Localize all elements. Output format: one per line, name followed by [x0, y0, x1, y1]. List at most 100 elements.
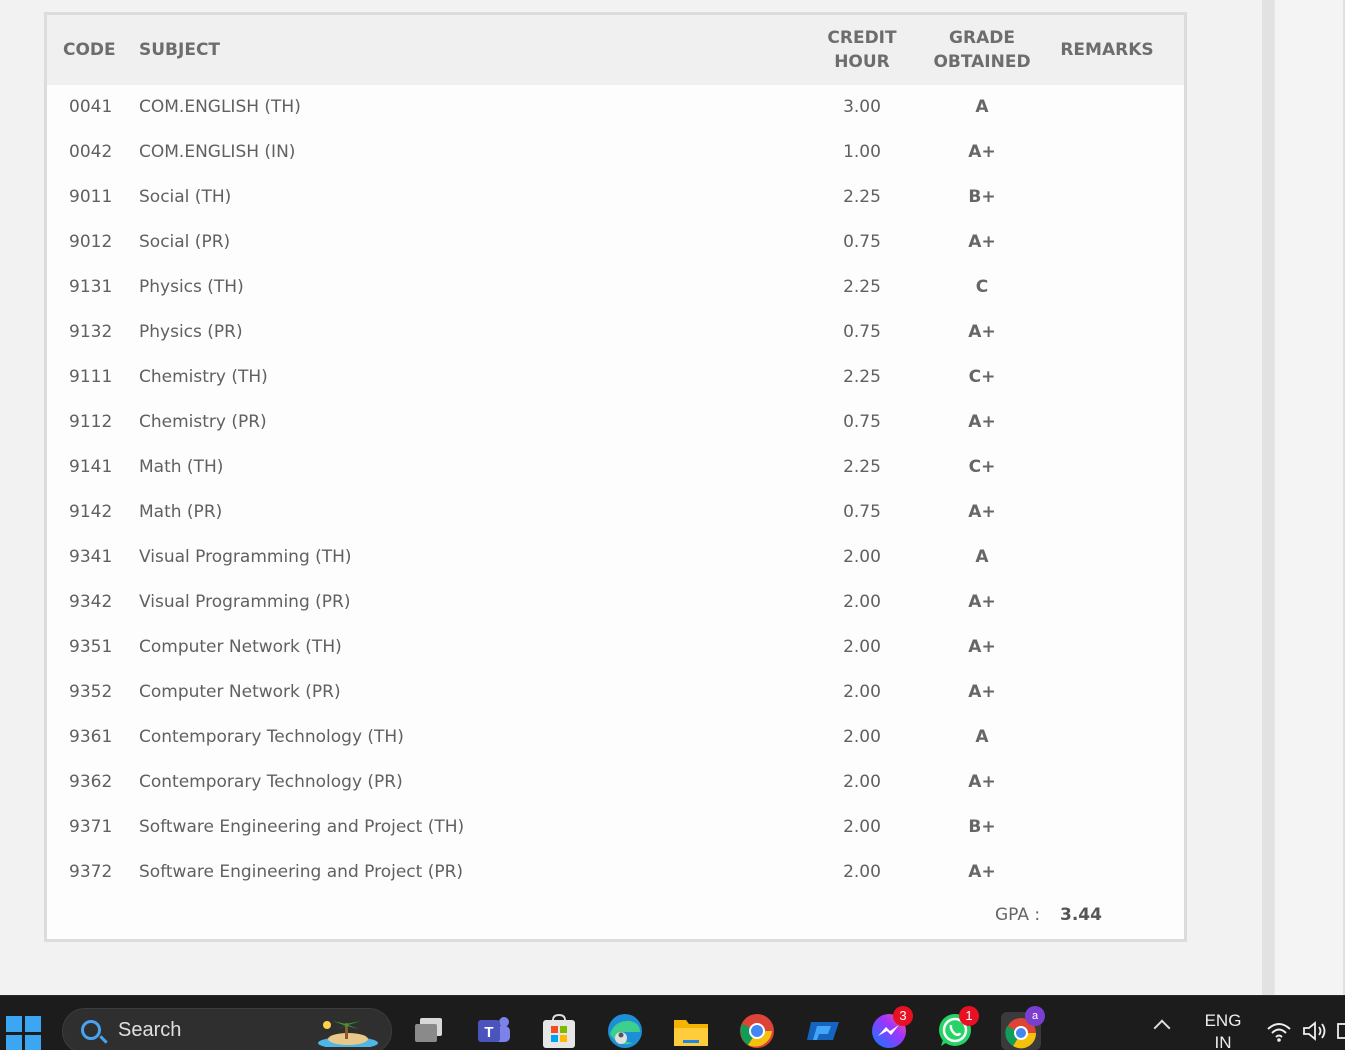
start-icon[interactable] [6, 1016, 42, 1050]
subject-name: Software Engineering and Project (PR) [139, 862, 464, 882]
header-credit-line2: HOUR [834, 52, 890, 72]
wifi-icon[interactable] [1266, 1020, 1292, 1042]
grade-obtained: A [975, 97, 989, 117]
remarks-cell [1057, 625, 1157, 670]
table-row: 9111 Chemistry (TH) 2.25 C+ [47, 355, 1184, 400]
table-row: 9131 Physics (TH) 2.25 C [47, 265, 1184, 310]
credit-hour: 2.25 [843, 277, 881, 297]
subject-name: Social (PR) [139, 232, 231, 252]
table-row: 9352 Computer Network (PR) 2.00 A+ [47, 670, 1184, 715]
taskbar-search[interactable]: Search [62, 1008, 392, 1050]
search-label: Search [118, 1019, 182, 1041]
credit-hour: 1.00 [843, 142, 881, 162]
remarks-cell [1057, 535, 1157, 580]
edge-icon[interactable] [605, 1012, 645, 1050]
credit-hour: 2.00 [843, 817, 881, 837]
table-row: 9132 Physics (PR) 0.75 A+ [47, 310, 1184, 355]
grade-obtained: A+ [968, 232, 996, 252]
remarks-cell [1057, 805, 1157, 850]
subject-name: Computer Network (TH) [139, 637, 342, 657]
grade-obtained: A [975, 727, 989, 747]
whatsapp-app[interactable]: 1 [935, 1006, 979, 1050]
task-view-icon[interactable] [409, 1012, 449, 1050]
course-code: 9141 [69, 457, 113, 477]
microsoft-store-icon[interactable] [539, 1012, 579, 1050]
course-code: 9132 [69, 322, 113, 342]
remarks-cell [1057, 310, 1157, 355]
subject-name: Visual Programming (PR) [139, 592, 351, 612]
show-hidden-icons-chevron-icon[interactable] [1153, 1019, 1171, 1037]
subject-name: Math (PR) [139, 502, 223, 522]
subject-name: Computer Network (PR) [139, 682, 341, 702]
credit-hour: 2.00 [843, 772, 881, 792]
messenger-badge: 3 [893, 1006, 913, 1026]
language-indicator[interactable]: ENG IN [1200, 1010, 1246, 1050]
course-code: 9342 [69, 592, 113, 612]
credit-hour: 0.75 [843, 322, 881, 342]
remarks-cell [1057, 130, 1157, 175]
grade-obtained: C+ [968, 367, 996, 387]
subject-name: Chemistry (TH) [139, 367, 268, 387]
table-row: 0042 COM.ENGLISH (IN) 1.00 A+ [47, 130, 1184, 175]
credit-hour: 2.00 [843, 727, 881, 747]
island-illustration-icon [318, 1021, 378, 1047]
grade-obtained: C [975, 277, 989, 297]
header-credit-hour: CREDIT HOUR [812, 26, 912, 74]
table-row: 9372 Software Engineering and Project (PR… [47, 850, 1184, 895]
table-row: 9012 Social (PR) 0.75 A+ [47, 220, 1184, 265]
course-code: 9362 [69, 772, 113, 792]
grade-obtained: A+ [968, 637, 996, 657]
vpn-app-icon[interactable] [803, 1012, 843, 1050]
subject-name: Visual Programming (TH) [139, 547, 352, 567]
file-explorer-icon[interactable] [671, 1012, 711, 1050]
chrome-icon[interactable] [737, 1012, 777, 1050]
header-remarks: REMARKS [1060, 40, 1154, 60]
header-grade-line1: GRADE [949, 28, 1015, 48]
subject-name: Math (TH) [139, 457, 224, 477]
remarks-cell [1057, 85, 1157, 130]
remarks-cell [1057, 580, 1157, 625]
grade-obtained: A+ [968, 592, 996, 612]
course-code: 9351 [69, 637, 113, 657]
course-code: 9341 [69, 547, 113, 567]
credit-hour: 2.00 [843, 592, 881, 612]
table-row: 9361 Contemporary Technology (TH) 2.00 A [47, 715, 1184, 760]
vertical-scrollbar[interactable] [1262, 0, 1274, 995]
credit-hour: 2.00 [843, 547, 881, 567]
grade-obtained: A+ [968, 862, 996, 882]
language-line1: ENG [1204, 1011, 1242, 1030]
whatsapp-badge: 1 [959, 1006, 979, 1026]
subject-name: Physics (PR) [139, 322, 243, 342]
teams-icon[interactable]: T [474, 1012, 514, 1050]
volume-icon[interactable] [1302, 1020, 1330, 1042]
credit-hour: 2.25 [843, 367, 881, 387]
subject-name: Software Engineering and Project (TH) [139, 817, 465, 837]
table-row: 9141 Math (TH) 2.25 C+ [47, 445, 1184, 490]
course-code: 9112 [69, 412, 113, 432]
messenger-app[interactable]: 3 [869, 1006, 913, 1050]
table-row: 9342 Visual Programming (PR) 2.00 A+ [47, 580, 1184, 625]
remarks-cell [1057, 670, 1157, 715]
grade-obtained: A+ [968, 682, 996, 702]
subject-name: COM.ENGLISH (TH) [139, 97, 301, 117]
table-header: CODE SUBJECT CREDIT HOUR GRADE OBTAINED … [47, 15, 1184, 85]
credit-hour: 2.00 [843, 637, 881, 657]
table-row: 9112 Chemistry (PR) 0.75 A+ [47, 400, 1184, 445]
header-credit-line1: CREDIT [827, 28, 897, 48]
remarks-cell [1057, 175, 1157, 220]
side-panel [1274, 0, 1345, 995]
language-line2: IN [1214, 1033, 1232, 1050]
page-content: CODE SUBJECT CREDIT HOUR GRADE OBTAINED … [0, 0, 1262, 995]
remarks-cell [1057, 760, 1157, 805]
table-row: 9371 Software Engineering and Project (TH… [47, 805, 1184, 850]
course-code: 9111 [69, 367, 113, 387]
credit-hour: 3.00 [843, 97, 881, 117]
course-code: 9372 [69, 862, 113, 882]
grade-obtained: A+ [968, 502, 996, 522]
subject-name: Contemporary Technology (PR) [139, 772, 403, 792]
chrome-profile-app[interactable]: a [1001, 1006, 1045, 1050]
course-code: 9131 [69, 277, 113, 297]
subject-name: Physics (TH) [139, 277, 244, 297]
battery-icon[interactable] [1337, 1020, 1345, 1042]
remarks-cell [1057, 220, 1157, 265]
